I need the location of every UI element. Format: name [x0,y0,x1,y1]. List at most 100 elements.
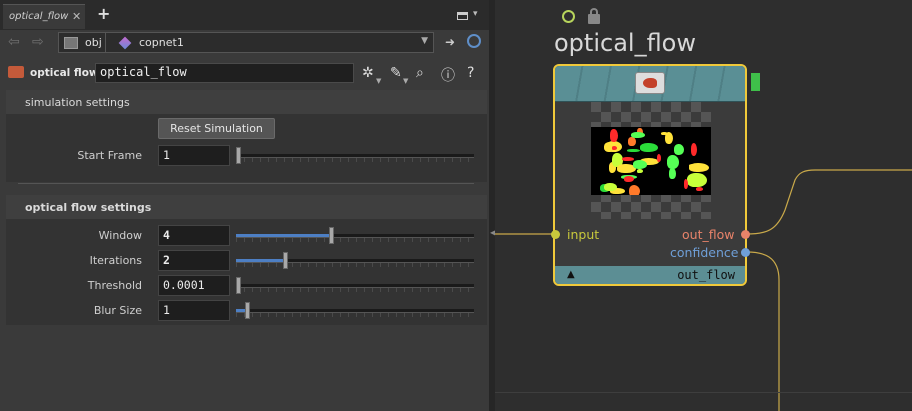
slider-ticks [236,288,474,292]
slider-ticks [236,313,474,317]
network-editor[interactable]: optical_flow ▲ out_flow input out_flow c… [495,0,912,411]
magnifier-icon[interactable]: ⌕ [416,65,424,81]
flow-blob [633,160,647,169]
flow-blob [656,154,661,162]
node-thumbnail [591,102,711,219]
slider-handle[interactable] [329,227,334,244]
operator-type-label: optical flow [30,67,99,79]
confidence-port[interactable] [741,248,750,257]
out-flow-wire[interactable] [746,169,912,235]
flow-blob [631,131,646,138]
threshold-field[interactable]: 0.0001 [158,275,230,296]
path-field[interactable]: obj copnet1 ▼ [58,32,434,53]
forward-arrow-icon[interactable]: ⇨ [32,34,44,50]
slider-ticks [236,238,474,242]
obj-icon [64,37,78,49]
out-flow-port-label: out_flow [682,227,735,242]
pane-menu-icon[interactable] [457,12,468,20]
confidence-wire[interactable] [746,251,780,411]
help-icon[interactable]: ? [467,65,474,81]
pane-tab-bar: optical_flow ✕ + ▾ [0,0,489,30]
chevron-down-icon[interactable]: ▼ [403,77,408,85]
flow-blob [611,145,618,150]
info-icon[interactable]: ⓘ [441,65,455,85]
window-slider[interactable] [236,227,474,244]
gear-icon[interactable]: ✲ [362,65,374,81]
bypass-triangle-icon[interactable]: ▲ [567,269,575,280]
flow-blob [666,155,679,170]
parameter-pane: optical_flow ✕ + ▾ ⇦ ⇨ obj copnet1 ▼ ➜ o… [0,0,489,411]
link-icon[interactable] [467,34,481,48]
flow-blob [687,173,707,188]
lock-icon[interactable] [588,14,600,24]
slider-handle[interactable] [236,147,241,164]
flow-blob [688,163,709,172]
window-field[interactable]: 4 [158,225,230,246]
flow-blob [640,143,658,152]
slider-fill [236,309,245,312]
tab-label: optical_flow [9,11,69,22]
iterations-label: Iterations [89,254,142,267]
pin-icon[interactable]: ➜ [445,35,455,49]
chevron-down-icon[interactable]: ▼ [421,36,428,46]
clock-icon[interactable] [562,10,575,23]
slider-handle[interactable] [245,302,250,319]
flow-blob [691,143,698,156]
section-divider [18,183,474,184]
back-arrow-icon[interactable]: ⇦ [8,34,20,50]
brush-icon[interactable]: ✎ [390,65,402,81]
input-port-label: input [567,227,600,242]
optical-flow-settings-header[interactable]: optical flow settings [6,195,487,219]
flow-blob [673,143,684,155]
blur-size-slider[interactable] [236,302,474,319]
slider-fill [236,259,283,262]
slider-ticks [236,158,474,162]
tab-close-icon[interactable]: ✕ [72,10,81,23]
optical-flow-node-icon [635,72,665,94]
tab-optical-flow[interactable]: optical_flow ✕ [3,4,85,29]
copnet-icon [118,36,132,50]
start-frame-slider[interactable] [236,147,474,164]
flow-blob [604,182,617,191]
node-name-field[interactable]: optical_flow [95,63,354,83]
start-frame-label: Start Frame [77,149,142,162]
threshold-slider[interactable] [236,277,474,294]
node-header[interactable] [555,66,745,102]
flow-blob [669,167,676,180]
flow-blob [696,187,703,191]
slider-handle[interactable] [236,277,241,294]
operator-bar: optical flow optical_flow ✲ ▼ ✎ ▼ ⌕ ⓘ ? [0,60,489,86]
flow-blob [684,179,689,189]
path-separator [105,33,106,52]
footer-output-label: out_flow [677,268,735,282]
flow-blob [624,176,634,182]
section-title: optical flow settings [25,201,152,214]
path-bar: ⇦ ⇨ obj copnet1 ▼ ➜ [0,30,489,56]
flow-blob [627,149,641,153]
slider-fill [236,234,329,237]
blur-size-label: Blur Size [93,304,142,317]
path-segment-obj[interactable]: obj [85,36,102,49]
input-port[interactable] [551,230,560,239]
add-tab-icon[interactable]: + [97,4,110,23]
flow-blob [609,129,618,143]
chevron-down-icon[interactable]: ▼ [376,77,381,85]
flow-preview-image [591,127,711,195]
flow-blob [637,169,643,173]
slider-handle[interactable] [283,252,288,269]
network-node-name[interactable]: optical_flow [554,29,696,57]
slider-ticks [236,263,474,267]
node-footer: ▲ out_flow [555,266,745,284]
chevron-down-icon[interactable]: ▾ [473,9,478,19]
iterations-slider[interactable] [236,252,474,269]
confidence-port-label: confidence [670,245,739,260]
blur-size-field[interactable]: 1 [158,300,230,321]
start-frame-field[interactable]: 1 [158,145,230,166]
out-flow-port[interactable] [741,230,750,239]
iterations-field[interactable]: 2 [158,250,230,271]
display-flag[interactable] [751,73,760,91]
path-segment-copnet[interactable]: copnet1 [139,36,184,49]
network-grid-line [495,392,912,393]
simulation-settings-header[interactable]: simulation settings [6,90,487,114]
reset-simulation-button[interactable]: Reset Simulation [158,118,275,139]
